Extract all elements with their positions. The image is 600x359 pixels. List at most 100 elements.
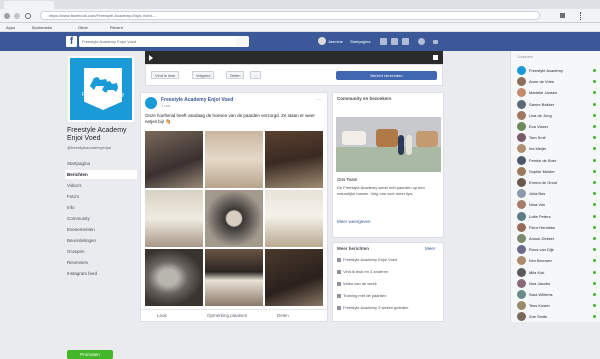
- chat-contact[interactable]: Lotte Peters: [517, 211, 600, 222]
- chat-contact[interactable]: Kim Brouwer: [517, 255, 600, 266]
- reload-icon[interactable]: [25, 13, 31, 19]
- bookmark-2[interactable]: Other: [78, 25, 88, 30]
- chat-contact[interactable]: Tess Koster: [517, 300, 600, 311]
- search-icon[interactable]: [236, 36, 249, 47]
- friends-icon[interactable]: [380, 38, 387, 45]
- chat-contact[interactable]: Emma de Groot: [517, 177, 600, 188]
- search-input[interactable]: Freestyle Academy Enjoi Voed: [79, 36, 249, 47]
- chat-contact[interactable]: Anouk Dekker: [517, 233, 600, 244]
- chat-contact[interactable]: Fleur Hendriks: [517, 222, 600, 233]
- menu-icon[interactable]: [580, 12, 582, 20]
- recent-post-item[interactable]: Freestyle Academy Enjoi Voed: [337, 257, 397, 262]
- photo-hoof-3[interactable]: [265, 131, 323, 188]
- recent-post-item[interactable]: Freestyle Academy 3 weken geleden: [337, 305, 408, 310]
- play-icon[interactable]: [149, 55, 153, 61]
- chat-contact[interactable]: Tom Smit: [517, 132, 600, 143]
- avatar[interactable]: [318, 37, 326, 45]
- like-page-button[interactable]: Vind ik leuk: [151, 71, 180, 79]
- photo-hoof-2[interactable]: [205, 131, 263, 188]
- recent-post-item[interactable]: Video van de week: [337, 281, 377, 286]
- volume-icon[interactable]: [433, 55, 438, 60]
- send-message-button[interactable]: Bericht verzenden: [336, 71, 437, 80]
- post-type-icon: [337, 305, 341, 310]
- chat-contact[interactable]: Sara Willems: [517, 289, 600, 300]
- photo-hoof-9[interactable]: [265, 249, 323, 306]
- photo-hoof-5[interactable]: [205, 190, 263, 247]
- more-button[interactable]: ...: [250, 71, 262, 79]
- photo-hoof-1[interactable]: [145, 131, 203, 188]
- page-nav-item[interactable]: Beoordelingen: [65, 236, 137, 245]
- post-options-icon[interactable]: ...: [317, 96, 321, 102]
- recent-post-item[interactable]: Vind ik leuk en 3 anderen: [337, 269, 388, 274]
- post-avatar[interactable]: [145, 97, 157, 109]
- chat-contact[interactable]: Nina Vos: [517, 199, 600, 210]
- chat-contact[interactable]: Mila Kok: [517, 267, 600, 278]
- recent-post-item[interactable]: Training met de paarden: [337, 293, 386, 298]
- contact-name: Julia Bos: [529, 191, 546, 197]
- chat-contact[interactable]: Lisa de Jong: [517, 110, 600, 121]
- cover-video-strip[interactable]: [145, 51, 443, 64]
- facebook-logo-icon[interactable]: f: [66, 36, 77, 47]
- contact-avatar: [517, 290, 526, 299]
- page-profile-picture[interactable]: Freestyle Academy: [68, 56, 134, 122]
- page-nav-item[interactable]: Instagram feed: [65, 269, 137, 278]
- bookmark-1[interactable]: Bookmarks: [32, 25, 52, 30]
- contact-avatar: [517, 155, 526, 165]
- page-nav-item[interactable]: Community: [65, 214, 137, 223]
- chat-contact[interactable]: Noa Jacobs: [517, 278, 600, 289]
- back-icon[interactable]: [4, 13, 10, 19]
- photo-hoof-4[interactable]: [145, 190, 203, 247]
- forward-icon[interactable]: [14, 13, 20, 19]
- chat-contact[interactable]: Anne de Vries: [517, 76, 600, 87]
- page-nav-item[interactable]: Evenementen: [65, 225, 137, 234]
- share-post-button[interactable]: Delen: [277, 313, 289, 318]
- page-nav-item[interactable]: Recensies: [65, 258, 137, 267]
- recent-posts-link[interactable]: Meer: [425, 246, 435, 251]
- team-photo[interactable]: [336, 117, 441, 172]
- chat-contact[interactable]: Julia Bos: [517, 188, 600, 199]
- chat-contact[interactable]: Iris Meijer: [517, 143, 600, 154]
- chat-contact[interactable]: Femke de Boer: [517, 155, 600, 166]
- share-button[interactable]: Delen: [226, 71, 245, 79]
- community-card-link[interactable]: Meer weergeven: [337, 219, 371, 224]
- bookmark-3[interactable]: Recent: [110, 25, 123, 30]
- chat-contact[interactable]: Sophie Mulder: [517, 166, 600, 177]
- user-name[interactable]: Jasmine: [328, 39, 343, 44]
- photo-hoof-7[interactable]: [145, 249, 203, 306]
- photo-hoof-8[interactable]: [205, 249, 263, 306]
- page-title[interactable]: Freestyle Academy Enjoi Voed: [67, 127, 139, 143]
- page-nav-item[interactable]: Berichten: [65, 170, 137, 179]
- chat-contact[interactable]: Freestyle Academy: [517, 65, 600, 76]
- page-nav-item[interactable]: Foto's: [65, 192, 137, 201]
- chat-contact[interactable]: Eva Visser: [517, 121, 600, 132]
- page-handle[interactable]: @freestyleacademyenjoi: [67, 145, 111, 150]
- chat-contact[interactable]: Sanne Bakker: [517, 99, 600, 110]
- chat-contact[interactable]: Zoe Smits: [517, 311, 600, 322]
- home-link[interactable]: Startpagina: [350, 39, 370, 44]
- post-timestamp[interactable]: 1 uur: [161, 103, 170, 108]
- contact-name: Sara Willems: [529, 292, 553, 297]
- logo-text: Freestyle Academy: [81, 92, 125, 98]
- page-nav-item[interactable]: Video's: [65, 181, 137, 190]
- chat-contact[interactable]: Roos van Dijk: [517, 244, 600, 255]
- photo-hoof-6[interactable]: [265, 190, 323, 247]
- page-nav-item[interactable]: Info: [65, 203, 137, 212]
- extension-icon[interactable]: [560, 13, 565, 18]
- contact-name: Roos van Dijk: [529, 247, 554, 253]
- promote-button[interactable]: Promoten: [67, 350, 113, 359]
- page-nav-item[interactable]: Groepen: [65, 247, 137, 256]
- messenger-icon[interactable]: [391, 38, 398, 45]
- comment-button[interactable]: Opmerking plaatsen: [207, 313, 247, 318]
- like-post-button[interactable]: Leuk: [157, 313, 167, 318]
- post-photo-grid[interactable]: [145, 131, 323, 306]
- notifications-icon[interactable]: [402, 38, 409, 45]
- page-nav-item[interactable]: Startpagina: [65, 159, 137, 168]
- post-author[interactable]: Freestyle Academy Enjoi Voed: [161, 97, 233, 103]
- address-bar[interactable]: https://www.facebook.com/Freestyle-Acade…: [40, 11, 540, 20]
- bookmark-apps[interactable]: Apps: [6, 25, 15, 30]
- help-icon[interactable]: [418, 38, 425, 45]
- browser-tab[interactable]: [4, 1, 54, 9]
- follow-button[interactable]: Volgend: [192, 71, 215, 79]
- chevron-down-icon[interactable]: [433, 40, 438, 44]
- chat-contact[interactable]: Marieke Jansen: [517, 87, 600, 98]
